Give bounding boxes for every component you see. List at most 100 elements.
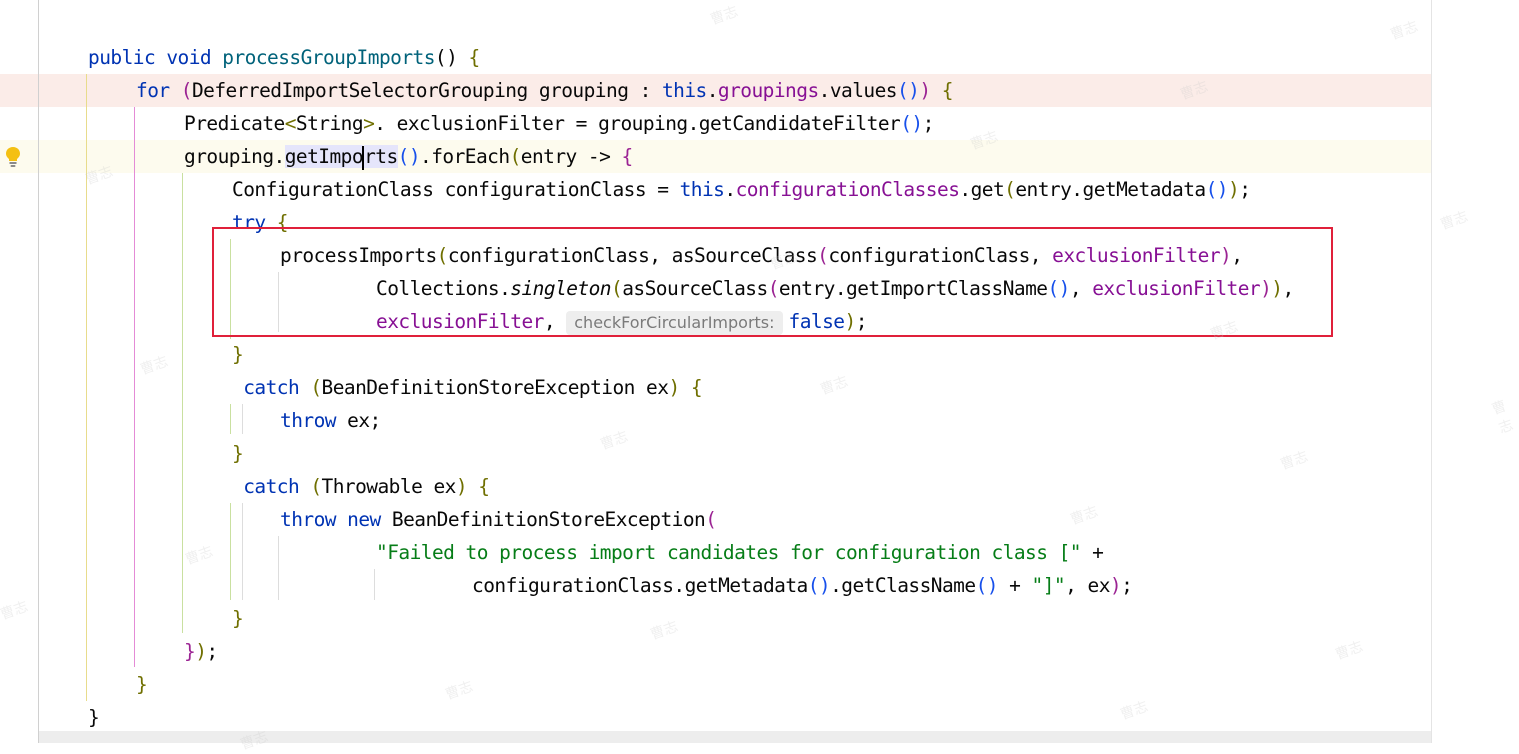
code-line[interactable]: for (DeferredImportSelectorGrouping grou… (136, 74, 954, 107)
code-token: . (706, 79, 719, 102)
code-token: .forEach (420, 145, 510, 168)
code-token: { (679, 376, 703, 399)
code-token: ) (668, 376, 680, 399)
watermark: 曹志 (648, 618, 681, 644)
code-line[interactable]: }); (184, 635, 218, 668)
code-token: ; (1121, 574, 1133, 597)
code-line[interactable]: } (232, 437, 244, 470)
code-token: public void (88, 46, 223, 69)
code-token: ex; (347, 409, 381, 432)
code-token: ; (1239, 178, 1251, 201)
code-line[interactable]: ConfigurationClass configurationClass = … (232, 173, 1251, 206)
scrollbar-track[interactable] (1432, 0, 1519, 743)
code-line[interactable]: throw ex; (280, 404, 381, 437)
code-line[interactable]: } (232, 602, 244, 635)
code-token: ; (922, 112, 935, 135)
code-line[interactable]: throw new BeanDefinitionStoreException( (280, 503, 717, 536)
code-token: processGroupImports (222, 46, 435, 69)
indent-guide-2 (134, 107, 135, 667)
code-token: this (661, 79, 707, 102)
code-token: catch (232, 376, 311, 399)
code-line[interactable]: } (88, 701, 100, 734)
code-token: } (88, 706, 100, 729)
code-line[interactable]: } (232, 338, 244, 371)
code-token: "]" (1031, 574, 1066, 597)
code-token: ( (1004, 178, 1016, 201)
code-token: ( (310, 475, 322, 498)
watermark: 曹志 (598, 428, 631, 454)
code-token: () (807, 574, 831, 597)
watermark: 曹志 (443, 678, 476, 704)
code-line[interactable]: "Failed to process import candidates for… (376, 536, 1104, 569)
code-token: + (997, 574, 1032, 597)
code-line[interactable]: catch (BeanDefinitionStoreException ex) … (232, 371, 702, 404)
indent-guide-3 (182, 173, 183, 633)
code-token: entry.getMetadata (1015, 178, 1206, 201)
watermark: 曹志 (183, 543, 216, 569)
code-token: < (284, 112, 297, 135)
code-token: .get (959, 178, 1005, 201)
code-token: > (363, 112, 375, 135)
code-token: , ex (1065, 574, 1110, 597)
code-token: ) (1109, 574, 1122, 597)
code-token: this (679, 178, 725, 201)
code-token: } (136, 673, 148, 696)
code-line[interactable]: catch (Throwable ex) { (232, 470, 490, 503)
code-token: } (232, 607, 244, 630)
indent-guide-8 (242, 503, 243, 600)
code-token: () (896, 79, 920, 102)
code-token: ConfigurationClass configurationClass = (232, 178, 680, 201)
code-token: + (1080, 541, 1104, 564)
watermark: 曹志 (1278, 448, 1311, 474)
watermark: 曹志 (1333, 638, 1366, 664)
code-token: catch (232, 475, 311, 498)
code-token: values (829, 79, 898, 102)
code-line[interactable]: } (136, 668, 148, 701)
code-token: } (232, 343, 244, 366)
watermark: 曹志 (1118, 698, 1151, 724)
code-token: getImpo (284, 145, 364, 168)
code-token: ) (1227, 178, 1240, 201)
code-token: } (232, 442, 244, 465)
lightbulb-icon[interactable] (5, 146, 21, 168)
code-token: configurationClasses (735, 178, 960, 201)
code-token: () (397, 145, 421, 168)
code-token: . (818, 79, 831, 102)
gutter-separator (38, 0, 39, 743)
code-editor[interactable]: public void processGroupImports() {for (… (0, 0, 1519, 753)
indent-guide-10 (278, 536, 279, 600)
code-token: ) (919, 79, 931, 102)
code-token: } (184, 640, 196, 663)
code-token: ) (455, 475, 468, 498)
code-token: groupings (717, 79, 819, 102)
code-token: { (621, 145, 633, 168)
code-token: DeferredImportSelectorGrouping grouping … (191, 79, 662, 102)
code-token: ( (509, 145, 522, 168)
code-token: "Failed to process import candidates for… (376, 541, 1082, 564)
code-token: entry -> (520, 145, 622, 168)
code-token: { (467, 475, 490, 498)
code-line[interactable]: public void processGroupImports() { (88, 41, 480, 74)
code-token: () (434, 46, 469, 69)
code-token: { (468, 46, 480, 69)
code-line[interactable]: Predicate<String>. exclusionFilter = gro… (184, 107, 934, 140)
code-token: . (724, 178, 736, 201)
code-token: rts (364, 145, 398, 168)
code-token: () (975, 574, 999, 597)
code-token: { (930, 79, 954, 102)
watermark: 曹志 (0, 598, 31, 624)
code-token: ( (705, 508, 717, 531)
code-token: grouping. (184, 145, 285, 168)
watermark: 曹志 (708, 3, 741, 29)
watermark: 曹志 (1068, 503, 1101, 529)
code-token: Throwable ex (321, 475, 457, 498)
code-line[interactable]: configurationClass.getMetadata().getClas… (472, 569, 1133, 602)
code-token: . exclusionFilter = grouping.getCandidat… (374, 112, 901, 135)
code-token: ( (180, 79, 193, 102)
code-token: () (900, 112, 923, 135)
code-token: String (295, 112, 364, 135)
indent-guide-6 (230, 503, 231, 600)
code-line[interactable]: grouping.getImports().forEach(entry -> { (184, 140, 633, 173)
watermark: 曹志 (138, 353, 171, 379)
indent-guide-11 (374, 569, 375, 600)
